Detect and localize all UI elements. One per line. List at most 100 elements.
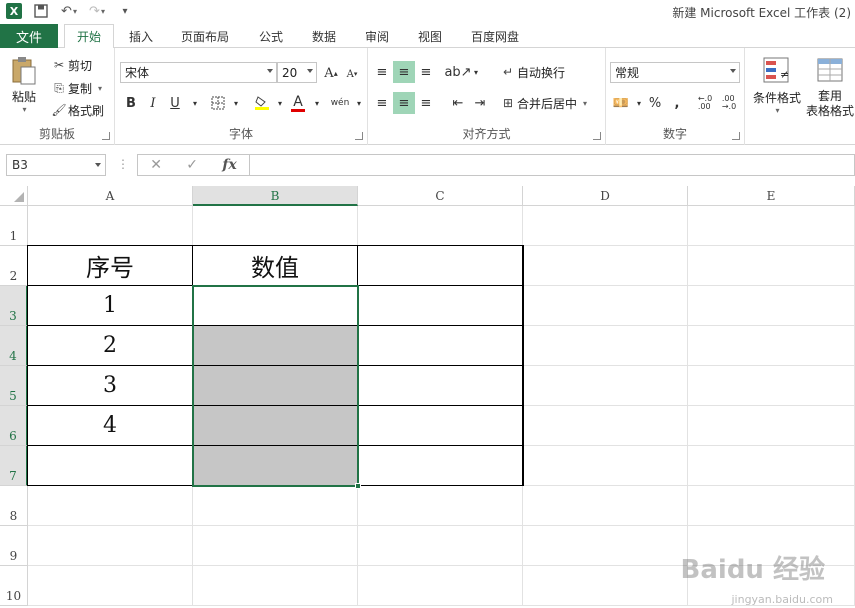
cell-e5[interactable] <box>688 366 855 406</box>
increase-decimal-icon[interactable]: ←.0.00 <box>694 92 716 114</box>
cell-c1[interactable] <box>358 206 523 246</box>
column-header-b[interactable]: B <box>193 186 358 206</box>
column-header-a[interactable]: A <box>28 186 193 206</box>
format-painter-button[interactable]: 🖌 格式刷 <box>50 101 104 119</box>
cell-d9[interactable] <box>523 526 688 566</box>
cell-a6[interactable]: 4 <box>28 406 193 446</box>
clipboard-launcher-icon[interactable] <box>102 132 110 140</box>
align-right-icon[interactable]: ≡ <box>415 92 437 114</box>
row-header-5[interactable]: 5 <box>0 366 28 406</box>
cell-a7[interactable] <box>28 446 193 486</box>
cell-d10[interactable] <box>523 566 688 606</box>
tab-file[interactable]: 文件 <box>0 24 58 48</box>
font-size-select[interactable]: 20 <box>277 62 317 83</box>
increase-font-size-icon[interactable]: A ▴ <box>320 62 342 84</box>
decrease-decimal-icon[interactable]: .00 →.0 <box>718 92 740 114</box>
cell-c9[interactable] <box>358 526 523 566</box>
merge-center-button[interactable]: ⊞ 合并后居中 ▾ <box>499 94 587 112</box>
cell-e7[interactable] <box>688 446 855 486</box>
wrap-text-button[interactable]: ↵ 自动换行 <box>499 63 565 81</box>
align-left-icon[interactable]: ≡ <box>371 92 393 114</box>
save-icon[interactable] <box>32 2 50 20</box>
cell-b3[interactable] <box>193 286 358 326</box>
cell-a5[interactable]: 3 <box>28 366 193 406</box>
cell-b6[interactable] <box>193 406 358 446</box>
cell-b4[interactable] <box>193 326 358 366</box>
paste-button[interactable]: 粘贴 ▾ <box>6 56 42 114</box>
fill-handle[interactable] <box>355 483 361 489</box>
copy-button[interactable]: ⎘ 复制 ▾ <box>50 79 102 97</box>
underline-button[interactable]: U <box>164 92 186 114</box>
borders-dropdown-icon[interactable]: ▾ <box>225 92 247 114</box>
cell-d3[interactable] <box>523 286 688 326</box>
cell-a10[interactable] <box>28 566 193 606</box>
customize-qat-icon[interactable]: ▾ <box>116 2 134 20</box>
font-color-dropdown-icon[interactable]: ▾ <box>306 92 328 114</box>
italic-button[interactable]: I <box>142 92 164 114</box>
cell-d5[interactable] <box>523 366 688 406</box>
row-header-7[interactable]: 7 <box>0 446 28 486</box>
cell-b1[interactable] <box>193 206 358 246</box>
cell-e1[interactable] <box>688 206 855 246</box>
underline-dropdown-icon[interactable]: ▾ <box>184 92 206 114</box>
font-launcher-icon[interactable] <box>355 132 363 140</box>
cell-e3[interactable] <box>688 286 855 326</box>
cell-a4[interactable]: 2 <box>28 326 193 366</box>
column-header-d[interactable]: D <box>523 186 688 206</box>
insert-function-button[interactable]: fx <box>222 157 236 173</box>
cell-b10[interactable] <box>193 566 358 606</box>
tab-insert[interactable]: 插入 <box>129 24 153 48</box>
tab-data[interactable]: 数据 <box>312 24 336 48</box>
alignment-launcher-icon[interactable] <box>593 132 601 140</box>
cell-b7[interactable] <box>193 446 358 486</box>
cell-e2[interactable] <box>688 246 855 286</box>
formula-bar-splitter[interactable]: ⋮ <box>117 157 129 173</box>
row-header-1[interactable]: 1 <box>0 206 28 246</box>
row-header-2[interactable]: 2 <box>0 246 28 286</box>
cell-b5[interactable] <box>193 366 358 406</box>
cell-a9[interactable] <box>28 526 193 566</box>
number-launcher-icon[interactable] <box>732 132 740 140</box>
tab-home[interactable]: 开始 <box>64 24 115 49</box>
align-top-icon[interactable]: ≡ <box>371 61 393 83</box>
cell-d4[interactable] <box>523 326 688 366</box>
tab-page-layout[interactable]: 页面布局 <box>181 24 229 48</box>
orientation-dropdown-icon[interactable]: ▾ <box>465 61 487 83</box>
tab-review[interactable]: 审阅 <box>365 24 389 48</box>
cell-a3[interactable]: 1 <box>28 286 193 326</box>
cell-c5[interactable] <box>358 366 523 406</box>
comma-style-button[interactable]: , <box>666 92 688 114</box>
cut-button[interactable]: ✂ 剪切 <box>50 56 92 74</box>
cell-d8[interactable] <box>523 486 688 526</box>
row-header-9[interactable]: 9 <box>0 526 28 566</box>
format-as-table-button[interactable]: 套用 表格格式 <box>805 56 855 119</box>
select-all-corner[interactable] <box>0 186 28 206</box>
tab-formulas[interactable]: 公式 <box>259 24 283 48</box>
row-header-10[interactable]: 10 <box>0 566 28 606</box>
percent-style-button[interactable]: % <box>644 92 666 114</box>
cell-c2[interactable] <box>358 246 523 286</box>
undo-icon[interactable]: ↶ ▾ <box>60 2 78 20</box>
increase-indent-icon[interactable]: ⇥ <box>469 92 491 114</box>
decrease-font-size-icon[interactable]: A ▾ <box>341 63 363 85</box>
bold-button[interactable]: B <box>120 92 142 114</box>
tab-view[interactable]: 视图 <box>418 24 442 48</box>
align-bottom-icon[interactable]: ≡ <box>415 61 437 83</box>
align-center-icon[interactable]: ≡ <box>393 92 415 114</box>
cell-b9[interactable] <box>193 526 358 566</box>
row-header-4[interactable]: 4 <box>0 326 28 366</box>
cell-c6[interactable] <box>358 406 523 446</box>
cancel-icon[interactable]: ✕ <box>150 157 162 173</box>
tab-baidu-netdisk[interactable]: 百度网盘 <box>471 24 519 48</box>
row-header-3[interactable]: 3 <box>0 286 28 326</box>
cell-e4[interactable] <box>688 326 855 366</box>
cell-e8[interactable] <box>688 486 855 526</box>
cell-c4[interactable] <box>358 326 523 366</box>
formula-input[interactable] <box>249 154 855 176</box>
cell-d7[interactable] <box>523 446 688 486</box>
phonetic-dropdown-icon[interactable]: ▾ <box>348 92 370 114</box>
cell-a1[interactable] <box>28 206 193 246</box>
font-name-select[interactable]: 宋体 <box>120 62 277 83</box>
enter-icon[interactable]: ✓ <box>186 157 198 173</box>
cell-e6[interactable] <box>688 406 855 446</box>
